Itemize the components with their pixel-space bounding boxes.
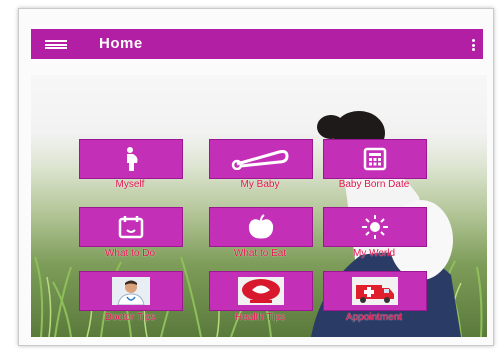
calendar-icon [118, 216, 144, 239]
tile-what-to-eat[interactable] [209, 207, 313, 247]
tile-what-to-eat-label: What to Eat [233, 248, 287, 259]
health-logo-icon [238, 277, 284, 305]
calculator-icon [363, 147, 387, 171]
tile-appointment[interactable] [323, 271, 427, 311]
ambulance-icon [352, 277, 398, 305]
radiant-sun-icon [362, 215, 388, 239]
safety-pin-icon [231, 150, 289, 170]
pregnant-woman-icon [127, 147, 138, 171]
apple-icon [248, 214, 274, 239]
tile-health-tips-label: Health Tips [234, 312, 286, 323]
page-title: Home [99, 35, 143, 52]
tile-doctor-tips-label: Doctor Tips [104, 312, 156, 323]
doctor-icon [112, 277, 150, 305]
tile-my-world[interactable] [323, 207, 427, 247]
tile-my-baby-label: My Baby [240, 179, 280, 190]
tile-myself-label: Myself [115, 179, 145, 190]
tile-my-world-label: My World [352, 248, 396, 259]
vertical-dots-icon[interactable] [472, 39, 475, 51]
tile-health-tips[interactable] [209, 271, 313, 311]
tile-baby-born-date-label: Baby Born Date [338, 179, 410, 190]
tile-myself[interactable] [79, 139, 183, 179]
tile-my-baby[interactable] [209, 139, 313, 179]
tile-what-to-do-label: What to Do [104, 248, 156, 259]
hamburger-menu-icon[interactable] [45, 40, 67, 49]
tile-baby-born-date[interactable] [323, 139, 427, 179]
tile-appointment-label: Appointment [345, 312, 403, 323]
phone-screen: Home Myself My Baby Baby Born Date What … [18, 8, 494, 346]
app-bar: Home [31, 29, 483, 59]
tile-what-to-do[interactable] [79, 207, 183, 247]
tile-doctor-tips[interactable] [79, 271, 183, 311]
